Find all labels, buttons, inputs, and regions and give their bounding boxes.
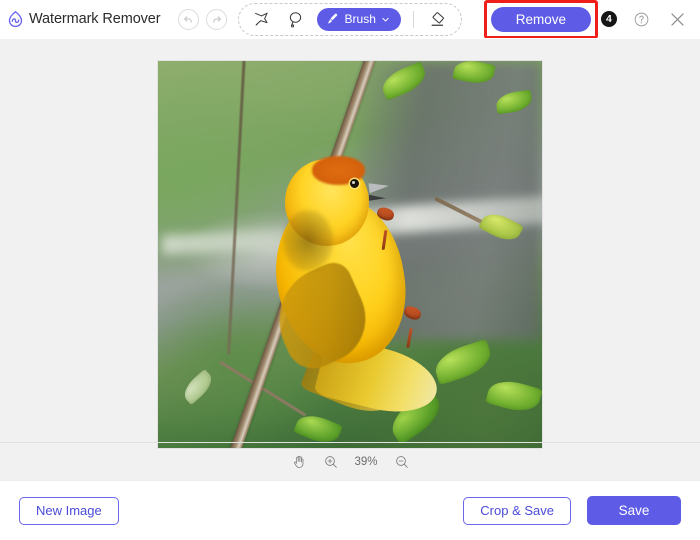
app-title: Watermark Remover	[29, 11, 161, 27]
close-icon	[671, 12, 684, 26]
step-badge: 4	[600, 11, 617, 27]
bird-beak-lower	[369, 194, 387, 202]
bird-beak-upper	[368, 180, 390, 194]
eraser-tool[interactable]	[426, 7, 451, 32]
help-button[interactable]	[629, 7, 654, 32]
remove-button[interactable]: Remove	[490, 6, 591, 32]
edited-image[interactable]	[158, 61, 542, 448]
hand-pan-icon	[293, 455, 303, 468]
lasso-icon	[289, 11, 301, 27]
yellow-bird	[262, 154, 454, 423]
bird-throat-shadow	[282, 210, 333, 272]
help-circle-icon	[634, 12, 649, 26]
toolbar-divider	[412, 10, 414, 28]
app-footer: New Image Crop & Save Save	[0, 480, 700, 540]
brush-icon	[327, 13, 337, 24]
app-header: Watermark Remover Brush Remove 4	[0, 0, 700, 39]
selection-tool-group: Brush	[237, 2, 462, 36]
undo-button[interactable]	[177, 8, 199, 30]
lasso-tool[interactable]	[283, 7, 308, 32]
undo-arrow-icon	[183, 15, 192, 23]
zoom-in-icon	[324, 455, 337, 468]
brand: Watermark Remover	[6, 10, 161, 29]
history-controls	[177, 8, 227, 30]
watermark-remover-app: Watermark Remover Brush Remove 4 39% New…	[0, 0, 700, 540]
zoom-out-button[interactable]	[392, 452, 411, 471]
footer-right-actions: Crop & Save Save	[463, 496, 681, 525]
zoom-controls: 39%	[0, 442, 700, 480]
redo-button[interactable]	[205, 8, 227, 30]
water-drop-logo-icon	[8, 10, 23, 27]
zoom-out-icon	[395, 455, 408, 468]
brush-tool-label: Brush	[344, 12, 376, 26]
pan-tool-button[interactable]	[289, 452, 308, 471]
bird-foot	[402, 304, 423, 322]
crop-and-save-button[interactable]: Crop & Save	[463, 496, 571, 525]
eraser-icon	[431, 11, 444, 26]
polygonal-lasso-icon	[254, 12, 268, 26]
image-canvas-area[interactable]: 39%	[0, 38, 700, 480]
header-right-controls	[629, 7, 690, 32]
close-button[interactable]	[665, 7, 690, 32]
redo-arrow-icon	[212, 15, 221, 23]
save-button[interactable]: Save	[587, 496, 681, 525]
zoom-level-value: 39%	[354, 455, 378, 468]
chevron-down-icon	[382, 17, 389, 21]
polygonal-lasso-tool[interactable]	[249, 7, 274, 32]
zoom-in-button[interactable]	[321, 452, 340, 471]
new-image-button[interactable]: New Image	[19, 496, 119, 525]
remove-button-annotation: Remove 4	[483, 0, 617, 39]
bird-leg	[405, 327, 413, 348]
brush-tool-button[interactable]: Brush	[316, 7, 401, 31]
